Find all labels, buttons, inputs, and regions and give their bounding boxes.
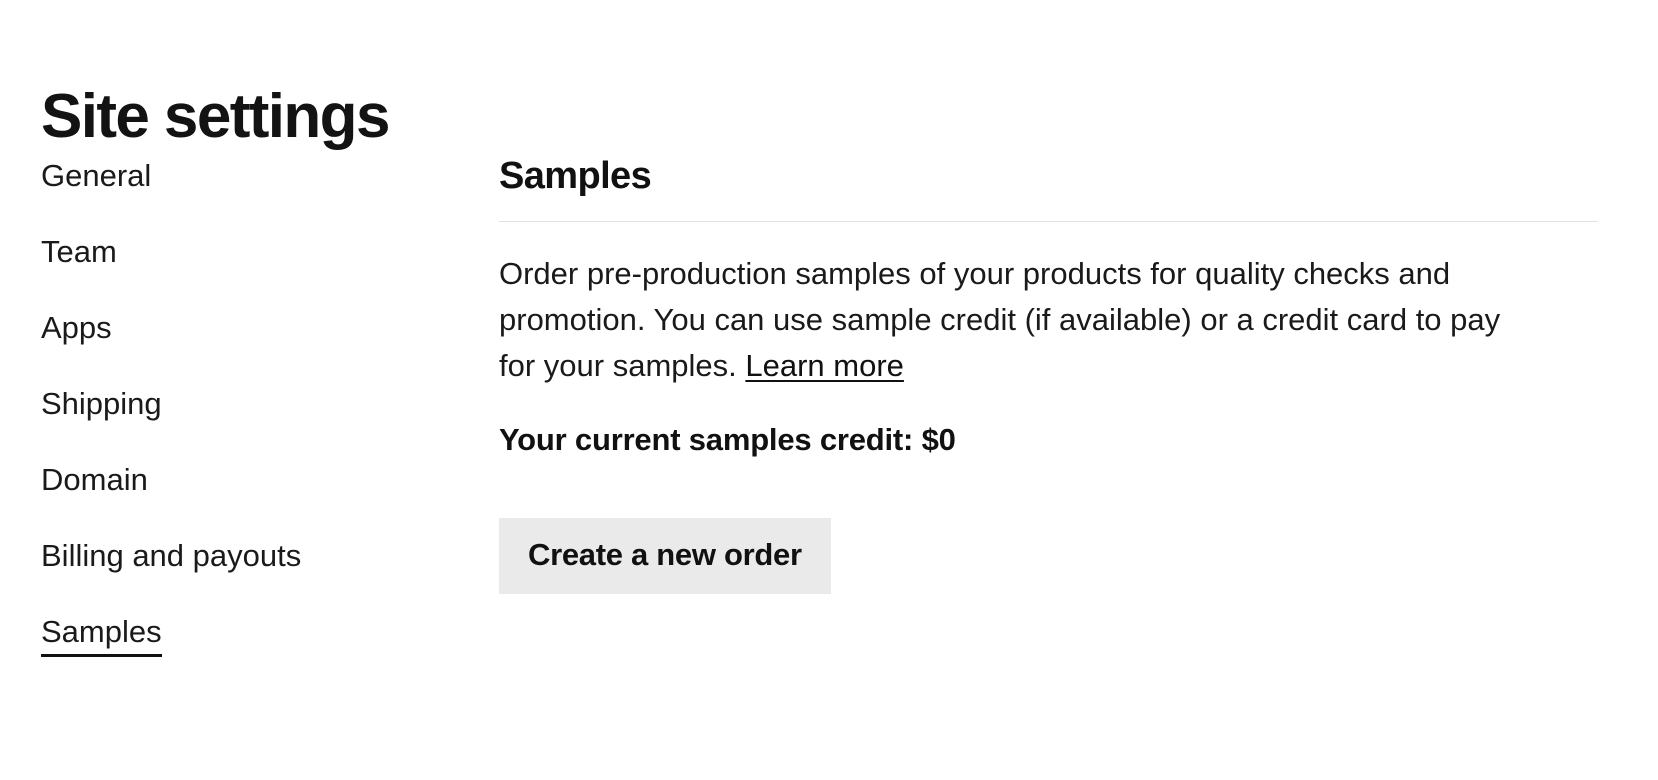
samples-description-text: Order pre-production samples of your pro…	[499, 256, 1501, 383]
samples-panel: Samples Order pre-production samples of …	[499, 152, 1598, 594]
sidebar-item-general[interactable]: General	[41, 156, 151, 196]
section-divider	[499, 221, 1598, 222]
settings-sidebar-nav: General Team Apps Shipping Domain Billin…	[41, 156, 441, 657]
site-settings-page: Site settings General Team Apps Shipping…	[0, 0, 1658, 780]
sidebar-item-shipping[interactable]: Shipping	[41, 384, 162, 424]
create-new-order-button[interactable]: Create a new order	[499, 518, 831, 594]
samples-credit-value: Your current samples credit: $0	[499, 422, 956, 457]
sidebar-item-billing-and-payouts[interactable]: Billing and payouts	[41, 536, 301, 576]
sidebar-item-domain[interactable]: Domain	[41, 460, 148, 500]
page-title: Site settings	[41, 81, 390, 151]
learn-more-link[interactable]: Learn more	[745, 348, 904, 383]
sidebar-item-team[interactable]: Team	[41, 232, 117, 272]
samples-description: Order pre-production samples of your pro…	[499, 251, 1519, 389]
sidebar-item-samples[interactable]: Samples	[41, 612, 162, 657]
sidebar-item-apps[interactable]: Apps	[41, 308, 112, 348]
section-title: Samples	[499, 155, 652, 197]
